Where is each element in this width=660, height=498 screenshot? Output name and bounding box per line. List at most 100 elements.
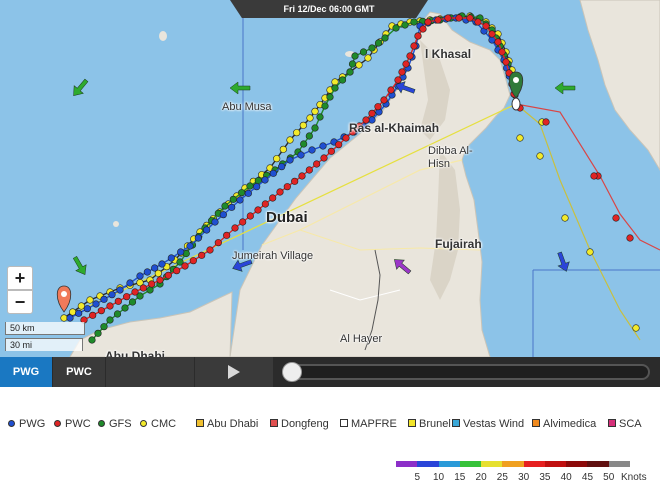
gfs-route-point [351,52,359,60]
pwc-route-point [335,141,343,149]
race-map[interactable]: l Khasal Abu Musa Ras al-Khaimah Dibba A… [0,0,660,357]
legend-item-vestas-wind[interactable]: Vestas Wind [452,416,524,432]
legend: PWG PWC GFS CMC Abu Dhabi Dongfeng MAPFRE Brune… [8,416,660,432]
cmc-route-point [299,121,307,129]
pwc-route-point [254,206,262,214]
gfs-route-point [246,182,254,190]
pwc-route-point [231,224,239,232]
pwc-route-point [410,42,418,50]
gfs-route-point [346,68,354,76]
gfs-route-point [128,298,137,306]
legend-marker [608,419,616,427]
cmc-forecast-point [586,248,594,256]
gfs-route-point [94,329,102,337]
timeline-handle[interactable] [282,362,302,382]
speed-unit: Knots [621,472,647,483]
playback-bar: PWG PWC [0,357,660,387]
wind-arrow-icon [557,251,570,272]
pwg-route-point [228,203,236,211]
pwc-route-point [246,212,254,220]
pwc-route-point [374,103,382,111]
legend-item-mapfre[interactable]: MAPFRE [340,416,397,432]
wind-arrow-icon [73,78,89,96]
speed-segment [523,461,546,467]
gfs-route-point [326,93,334,101]
timeline-slider[interactable] [282,364,650,380]
pwc-route-point [106,302,114,310]
pwc-route-point [313,160,321,168]
gfs-route-point [121,304,129,312]
legend-item-pwg[interactable]: PWG [8,416,45,432]
speed-segment [502,461,525,467]
pwg-route-point [269,169,277,177]
legend-label: Alvimedica [543,418,597,430]
pwg-route-point [83,305,91,313]
legend-label: SCA [619,418,642,430]
speed-segment [544,461,567,467]
cmc-route-point [331,78,339,86]
time-banner: Fri 12/Dec 06:00 GMT [230,0,428,18]
control-spacer [106,357,194,387]
place-dibba-al-hisn: Dibba Al-Hisn [428,145,473,170]
legend-item-gfs[interactable]: GFS [98,416,132,432]
gfs-route-point [238,189,246,197]
legend-item-abu-dhabi[interactable]: Abu Dhabi [196,416,258,432]
pwc-route-point [198,251,206,259]
gfs-route-point [374,39,383,47]
legend-item-alvimedica[interactable]: Alvimedica [532,416,596,432]
gfs-route-point [305,132,313,140]
cmc-route-point [279,145,287,153]
gfs-route-point [146,286,154,294]
cmc-forecast-point [561,214,569,222]
pwg-route-point [219,211,227,219]
speed-label: 5 [414,472,421,483]
gfs-route-point [311,124,319,132]
place-abu-musa: Abu Musa [222,101,272,113]
place-dubai: Dubai [266,209,308,226]
speed-label: 35 [539,472,551,483]
pwc-route-point [387,86,395,94]
pwc-route-point [123,293,131,301]
zoom-out-button[interactable]: − [7,290,33,314]
legend-item-sca[interactable]: SCA [608,416,642,432]
legend-item-pwc[interactable]: PWC [54,416,91,432]
speed-label: 50 [603,472,615,483]
place-ras-al-khaimah: Ras al-Khaimah [349,121,440,135]
pwg-route-point [100,295,108,303]
pwc-route-point [466,14,474,22]
legend-marker [532,419,540,427]
gfs-route-point [410,18,418,26]
pwg-route-point [186,242,194,250]
legend-label: GFS [109,418,132,430]
pwc-route-point [305,166,313,174]
tab-pwg[interactable]: PWG [0,357,52,387]
play-button[interactable] [195,357,273,387]
pwg-route-point [177,248,185,256]
pwc-route-point [502,58,510,66]
cmc-route-point [306,114,314,122]
gfs-route-point [221,202,229,210]
pwc-route-point [97,307,105,315]
zoom-in-button[interactable]: + [7,266,33,290]
pwc-route-point [276,188,284,196]
tab-pwc[interactable]: PWC [53,357,105,387]
pwc-forecast-point [626,234,634,242]
gfs-route-point [338,76,347,84]
pwg-route-point [308,146,316,154]
pwg-route-point [286,156,294,164]
legend-item-cmc[interactable]: CMC [140,416,176,432]
legend-item-dongfeng[interactable]: Dongfeng [270,416,329,432]
pwg-route-point [261,176,269,184]
wind-arrow-icon [72,255,87,276]
pwc-route-point [320,154,328,162]
wind-arrow-icon [554,81,576,95]
pwg-route-point [143,268,151,276]
pwg-route-point [136,272,144,280]
legend-item-brunel[interactable]: Brunel [408,416,451,432]
wind-arrow-icon [229,81,251,95]
cmc-route-point [311,107,319,115]
pwc-route-point [89,311,97,319]
gfs-route-point [381,34,389,42]
gfs-route-point [300,140,308,148]
legend-marker [54,420,61,427]
